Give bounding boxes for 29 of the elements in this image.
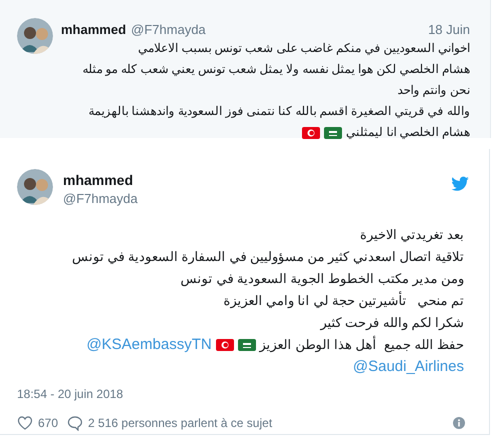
tweet-text: هشام الخلصي انا ليمثلني [346, 124, 470, 141]
tweet-date: 18 Juin [428, 22, 470, 37]
info-icon[interactable] [453, 417, 465, 429]
user-handle: @F7hmayda [63, 191, 138, 206]
tweet-text: بعد تغريدتي الاخيرة [360, 226, 464, 244]
conversation-count: 2 516 personnes parlent à ce sujet [88, 416, 272, 430]
tweet-text: تم منحي تأشيرتين حجة لي انا وامي العزيزة [223, 290, 464, 310]
tweet-text: اخواني السعوديين في منكم غاضب على شعب تونس بسبب الاعلامي [138, 40, 470, 57]
avatar[interactable] [17, 169, 53, 205]
bird-icon[interactable] [451, 175, 469, 191]
tweet-text: ومن مدير مكتب الخطوط الجوية السعودية في تونس [180, 270, 464, 288]
tweet-text: شكرا لكم والله فرحت كثير [320, 314, 464, 332]
heart-icon[interactable] [17, 415, 33, 431]
tweet-text: نحن وانتم واحد [397, 82, 470, 99]
comment-icon[interactable] [67, 415, 84, 431]
tweet-text: هشام الخلصي لكن هوا يمثل نفسه ولا يمثل شعب تونس يعني شعب كله مو مثله [82, 61, 470, 78]
tweet-text: تلاقية اتصال اسعدني كثير من مسؤوليين في السفارة السعودية في تونس [72, 248, 464, 266]
mention-link[interactable]: @KSAembassyTN [86, 334, 212, 356]
tweet-text: حفظ الله جميع أهل هذا الوطن العزيز [260, 334, 464, 354]
tweet-timestamp: 18:54 - 20 juin 2018 [17, 387, 124, 401]
flag-icon [238, 339, 256, 351]
avatar[interactable] [17, 18, 53, 54]
user-handle: @F7hmayda [131, 22, 206, 37]
user-name: mhammed [61, 22, 126, 37]
like-count: 670 [38, 416, 58, 430]
mention-link[interactable]: @Saudi_Airlines [352, 356, 464, 378]
flag-icon [216, 339, 234, 351]
tweet-text: والله في قريتي الصغيرة اقسم بالله كنا نتمنى فوز السعودية واندهشنا بالهزيمة [88, 103, 470, 120]
user-name: mhammed [63, 172, 134, 188]
